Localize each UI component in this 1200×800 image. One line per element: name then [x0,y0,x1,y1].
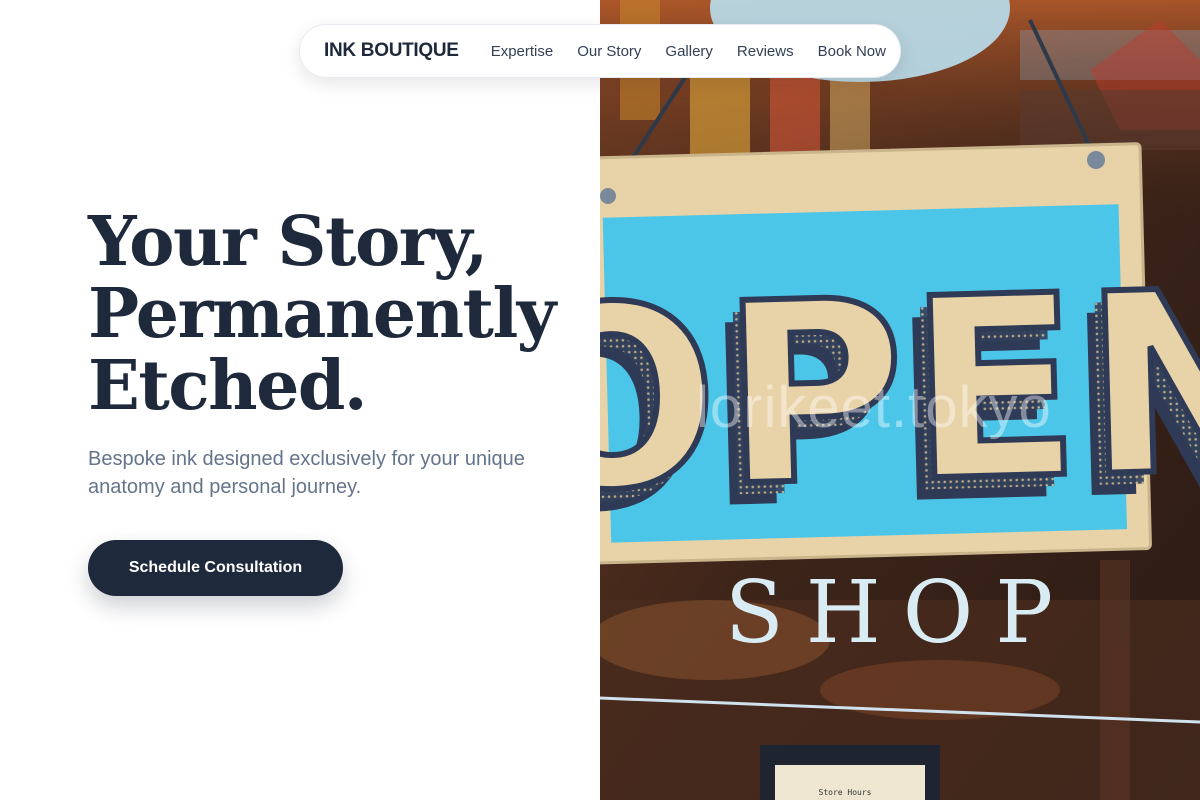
watermark-text: lorikeet.tokyo [696,375,1052,440]
top-navigation: INK BOUTIQUE Expertise Our Story Gallery… [299,24,901,78]
headline-line-1: Your Story, [88,202,488,282]
nav-link-book-now[interactable]: Book Now [818,43,886,60]
shop-window-text: SHOP [725,563,1075,663]
hero-photo: OPEN OPEN OPEN SHOP Store Hours lorikeet… [600,0,1200,800]
headline-line-3: Etched. [88,346,368,426]
schedule-consultation-button[interactable]: Schedule Consultation [88,540,343,596]
hero-subtitle: Bespoke ink designed exclusively for you… [88,448,525,498]
nav-link-our-story[interactable]: Our Story [577,43,641,60]
brand-logo[interactable]: INK BOUTIQUE [324,40,459,62]
nav-link-gallery[interactable]: Gallery [665,43,713,60]
hero-section: Your Story, Permanently Etched. Bespoke … [0,0,600,800]
store-hours-card-text: Store Hours [819,788,872,797]
hero-headline: Your Story, Permanently Etched. [88,206,588,422]
headline-line-2: Permanently [88,274,556,354]
nav-link-reviews[interactable]: Reviews [737,43,794,60]
nav-link-expertise[interactable]: Expertise [491,43,554,60]
